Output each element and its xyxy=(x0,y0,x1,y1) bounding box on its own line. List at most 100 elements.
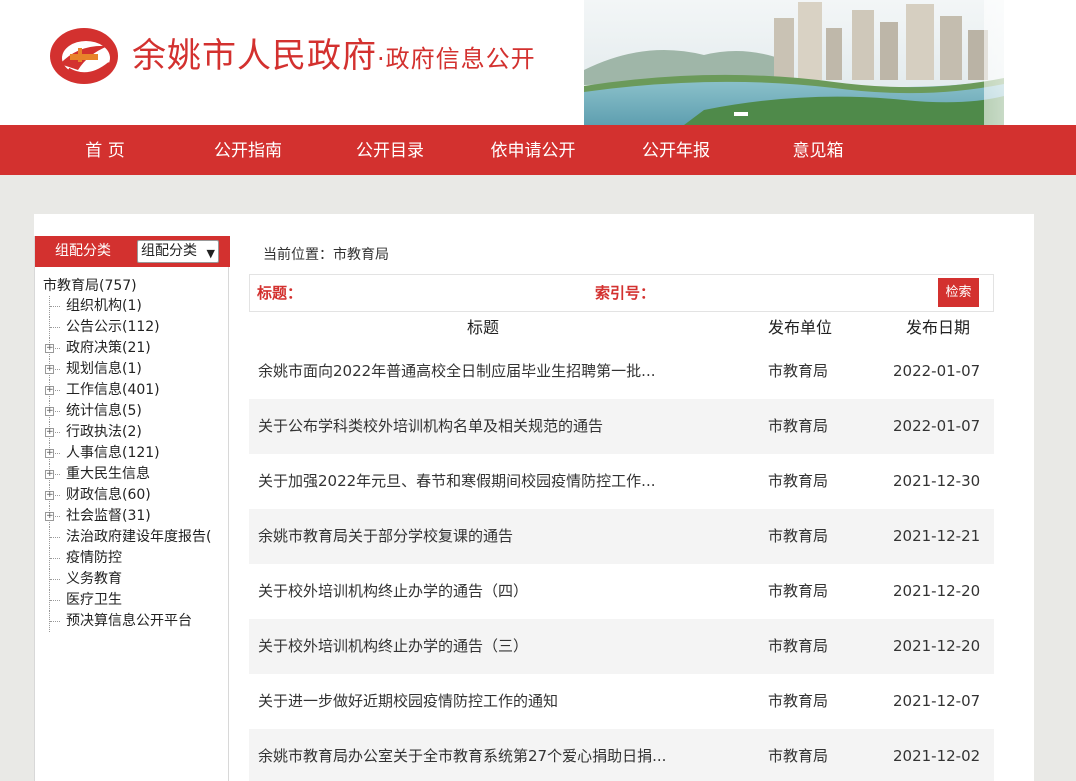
nav-annual-report[interactable]: 公开年报 xyxy=(616,125,736,175)
row-unit: 市教育局 xyxy=(768,637,829,655)
plus-box-icon[interactable]: + xyxy=(45,470,54,479)
plus-box-icon[interactable]: + xyxy=(45,449,54,458)
row-date: 2022-01-07 xyxy=(893,417,981,435)
nav-home[interactable]: 首 页 xyxy=(45,125,165,175)
tree-branch-line xyxy=(49,296,61,317)
category-sidebar: 组配分类 组配分类 ▼ 市教育局(757) 组织机构(1) 公告公示(112) + 政… xyxy=(34,236,230,781)
tree-item-label: 重大民生信息 xyxy=(66,466,150,482)
search-index-label: 索引号： xyxy=(595,284,656,302)
plus-box-icon[interactable]: + xyxy=(45,344,54,353)
site-header: 余姚市人民政府·政府信息公开 xyxy=(0,0,1076,125)
table-row: 关于进一步做好近期校园疫情防控工作的通知 市教育局 2021-12-07 xyxy=(249,674,994,729)
row-title-link[interactable]: 关于公布学科类校外培训机构名单及相关规范的通告 xyxy=(258,399,738,454)
government-emblem-logo[interactable] xyxy=(48,24,120,86)
row-date: 2021-12-20 xyxy=(893,582,981,600)
plus-box-icon[interactable]: + xyxy=(45,386,54,395)
tree-item[interactable]: + 人事信息(121) xyxy=(43,443,229,464)
chevron-down-icon: ▼ xyxy=(206,247,215,260)
tree-item-label: 行政执法(2) xyxy=(66,424,142,440)
table-header: 标题 发布单位 发布日期 xyxy=(249,312,994,344)
plus-box-icon[interactable]: + xyxy=(45,407,54,416)
plus-box-icon[interactable]: + xyxy=(45,491,54,500)
sidebar-header: 组配分类 组配分类 ▼ xyxy=(35,236,230,267)
nav-apply[interactable]: 依申请公开 xyxy=(473,125,593,175)
table-row: 余姚市教育局关于部分学校复课的通告 市教育局 2021-12-21 xyxy=(249,509,994,564)
tree-item[interactable]: + 工作信息(401) xyxy=(43,380,229,401)
table-row: 关于校外培训机构终止办学的通告（三） 市教育局 2021-12-20 xyxy=(249,619,994,674)
row-title-link[interactable]: 余姚市面向2022年普通高校全日制应届毕业生招聘第一批... xyxy=(258,344,738,399)
plus-box-icon[interactable]: + xyxy=(45,365,54,374)
search-index-input[interactable] xyxy=(662,281,922,305)
site-title[interactable]: 余姚市人民政府·政府信息公开 xyxy=(132,34,536,81)
category-select[interactable]: 组配分类 ▼ xyxy=(137,240,219,263)
city-riverside-photo xyxy=(584,0,1004,125)
row-date: 2021-12-30 xyxy=(893,472,981,490)
plus-box-icon[interactable]: + xyxy=(45,512,54,521)
tree-item[interactable]: 预决算信息公开平台 xyxy=(43,611,229,632)
table-row: 关于加强2022年元旦、春节和寒假期间校园疫情防控工作... 市教育局 2021-1… xyxy=(249,454,994,509)
plus-box-icon[interactable]: + xyxy=(45,428,54,437)
tree-item-label: 社会监督(31) xyxy=(66,508,151,524)
tree-branch-line xyxy=(49,317,61,338)
tree-item[interactable]: + 规划信息(1) xyxy=(43,359,229,380)
nav-catalog[interactable]: 公开目录 xyxy=(330,125,450,175)
row-date: 2022-01-07 xyxy=(893,362,981,380)
tree-item-label: 工作信息(401) xyxy=(66,382,160,398)
search-bar: 标题： 索引号： 检索 xyxy=(249,274,994,312)
table-row: 关于校外培训机构终止办学的通告（四） 市教育局 2021-12-20 xyxy=(249,564,994,619)
tree-item[interactable]: 组织机构(1) xyxy=(43,296,229,317)
table-row: 余姚市教育局办公室关于全市教育系统第27个爱心捐助日捐... 市教育局 2021-1… xyxy=(249,729,994,781)
tree-item-label: 义务教育 xyxy=(66,571,122,587)
tree-item[interactable]: 义务教育 xyxy=(43,569,229,590)
tree-item-label: 统计信息(5) xyxy=(66,403,142,419)
tree-branch-line xyxy=(49,590,61,611)
tree-item[interactable]: 法治政府建设年度报告( xyxy=(43,527,229,548)
tree-item[interactable]: + 政府决策(21) xyxy=(43,338,229,359)
tree-root[interactable]: 市教育局(757) xyxy=(43,276,229,296)
search-button[interactable]: 检索 xyxy=(938,278,979,307)
nav-guide[interactable]: 公开指南 xyxy=(188,125,308,175)
tree-item-label: 预决算信息公开平台 xyxy=(66,613,192,629)
content-card: 组配分类 组配分类 ▼ 市教育局(757) 组织机构(1) 公告公示(112) + 政… xyxy=(34,214,1034,781)
row-title-link[interactable]: 余姚市教育局关于部分学校复课的通告 xyxy=(258,509,738,564)
column-header-unit: 发布单位 xyxy=(768,318,833,337)
banner-fade xyxy=(984,0,1076,125)
tree-item-label: 财政信息(60) xyxy=(66,487,151,503)
tree-item[interactable]: 医疗卫生 xyxy=(43,590,229,611)
tree-item[interactable]: + 社会监督(31) xyxy=(43,506,229,527)
tree-branch-line xyxy=(49,569,61,590)
tree-item[interactable]: + 统计信息(5) xyxy=(43,401,229,422)
tree-item-label: 人事信息(121) xyxy=(66,445,160,461)
table-row: 余姚市面向2022年普通高校全日制应届毕业生招聘第一批... 市教育局 2022-0… xyxy=(249,344,994,399)
row-unit: 市教育局 xyxy=(768,417,829,435)
column-header-title: 标题 xyxy=(467,318,500,337)
row-unit: 市教育局 xyxy=(768,472,829,490)
row-unit: 市教育局 xyxy=(768,362,829,380)
row-unit: 市教育局 xyxy=(768,582,829,600)
tree-branch-line xyxy=(49,548,61,569)
tree-item-label: 医疗卫生 xyxy=(66,592,122,608)
table-row: 关于公布学科类校外培训机构名单及相关规范的通告 市教育局 2022-01-07 xyxy=(249,399,994,454)
row-unit: 市教育局 xyxy=(768,527,829,545)
tree-item-label: 疫情防控 xyxy=(66,550,122,566)
nav-feedback[interactable]: 意见箱 xyxy=(758,125,878,175)
tree-item-label: 法治政府建设年度报告( xyxy=(66,529,212,545)
tree-item[interactable]: + 财政信息(60) xyxy=(43,485,229,506)
row-title-link[interactable]: 关于校外培训机构终止办学的通告（四） xyxy=(258,564,738,619)
row-unit: 市教育局 xyxy=(768,692,829,710)
tree-item[interactable]: + 重大民生信息 xyxy=(43,464,229,485)
row-title-link[interactable]: 关于加强2022年元旦、春节和寒假期间校园疫情防控工作... xyxy=(258,454,738,509)
tree-item[interactable]: 公告公示(112) xyxy=(43,317,229,338)
row-title-link[interactable]: 关于进一步做好近期校园疫情防控工作的通知 xyxy=(258,674,738,729)
row-title-link[interactable]: 余姚市教育局办公室关于全市教育系统第27个爱心捐助日捐... xyxy=(258,729,738,781)
column-header-date: 发布日期 xyxy=(906,318,971,337)
tree-item[interactable]: 疫情防控 xyxy=(43,548,229,569)
tree-branch-line xyxy=(49,611,61,632)
row-date: 2021-12-02 xyxy=(893,747,981,765)
tree-item[interactable]: + 行政执法(2) xyxy=(43,422,229,443)
tree-item-label: 公告公示(112) xyxy=(66,319,160,335)
search-title-input[interactable] xyxy=(306,281,566,305)
row-date: 2021-12-20 xyxy=(893,637,981,655)
row-title-link[interactable]: 关于校外培训机构终止办学的通告（三） xyxy=(258,619,738,674)
site-title-sub: 政府信息公开 xyxy=(385,45,536,73)
